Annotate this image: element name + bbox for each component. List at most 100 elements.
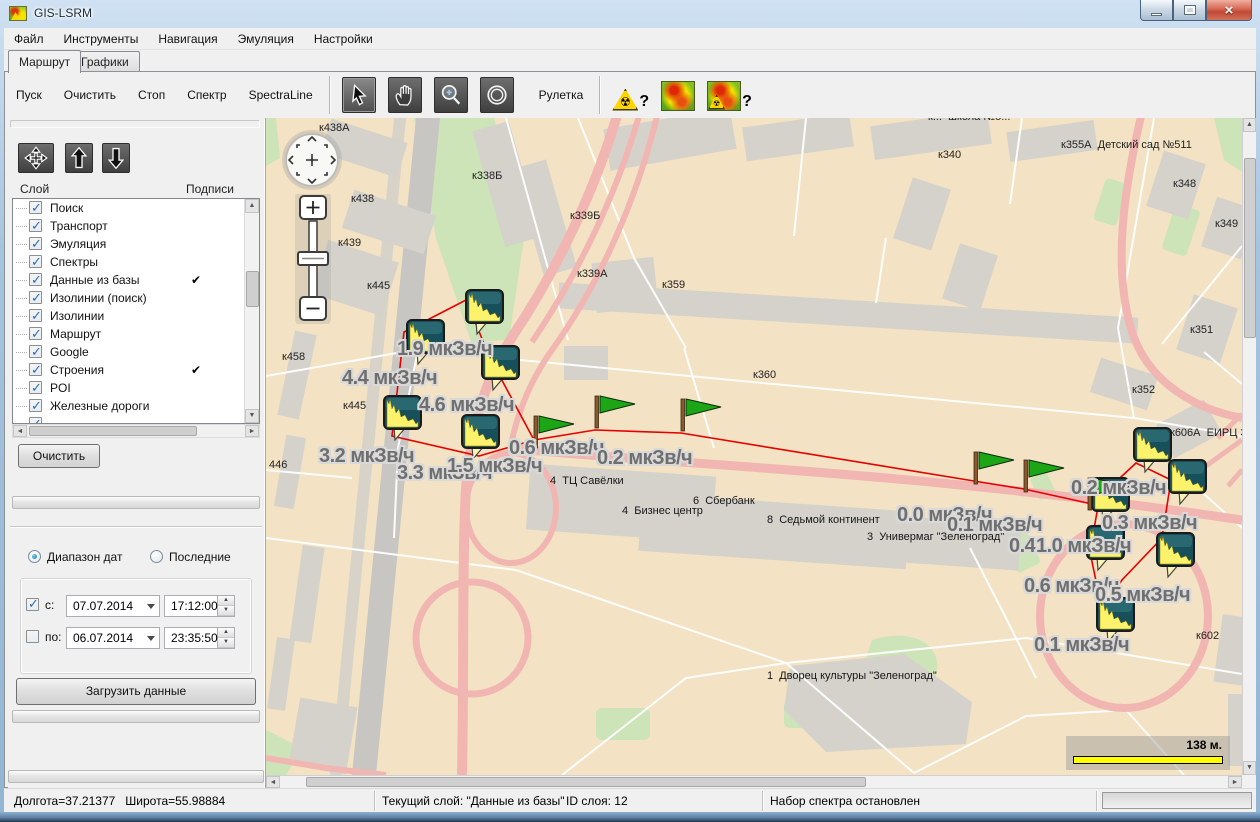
scrollbar-thumb[interactable]: [29, 426, 197, 436]
layer-checkbox[interactable]: ✓: [29, 273, 42, 286]
spin-up-icon[interactable]: ▲: [218, 628, 234, 638]
to-date-checkbox[interactable]: [26, 630, 39, 643]
spectrum-marker[interactable]: [1155, 531, 1197, 582]
from-time-field[interactable]: 17:12:00: [164, 595, 218, 617]
to-time-spinner[interactable]: ▲▼: [218, 627, 235, 649]
scroll-down-icon[interactable]: ▼: [245, 409, 259, 423]
spin-up-icon[interactable]: ▲: [218, 596, 234, 606]
spectrum-marker[interactable]: [382, 394, 424, 445]
last-records-radio[interactable]: [150, 550, 163, 563]
layer-checkbox[interactable]: ✓: [29, 363, 42, 376]
layer-checkbox[interactable]: ✓: [29, 201, 42, 214]
clear-button[interactable]: Очистить: [18, 444, 100, 468]
layer-checkbox[interactable]: ✓: [29, 255, 42, 268]
date-range-radio[interactable]: [28, 550, 41, 563]
toolbar-button-1[interactable]: Очистить: [53, 82, 127, 108]
pan-tool-button[interactable]: [388, 77, 422, 113]
layer-checkbox[interactable]: ✓: [29, 291, 42, 304]
heatmap-radiation-help-button[interactable]: ☢ ?: [707, 79, 752, 111]
layer-list-vscrollbar[interactable]: ▲ ▼: [244, 199, 259, 423]
toolbar-button-2[interactable]: Стоп: [127, 82, 176, 108]
waypoint-flag-icon[interactable]: [972, 450, 1020, 489]
column-header-layer[interactable]: Слой: [20, 182, 49, 196]
move-layer-button[interactable]: [18, 143, 54, 173]
menu-item-0[interactable]: Файл: [4, 29, 54, 49]
menu-item-3[interactable]: Эмуляция: [228, 29, 304, 49]
layer-row-10[interactable]: ✓POI: [13, 379, 259, 397]
scrollbar-thumb[interactable]: [1244, 158, 1256, 338]
layer-row-9[interactable]: ✓Строения✔: [13, 361, 259, 379]
restore-button[interactable]: [1173, 0, 1206, 21]
layer-row-3[interactable]: ✓Спектры: [13, 253, 259, 271]
scroll-up-icon[interactable]: ▲: [245, 199, 259, 213]
load-data-button[interactable]: Загрузить данные: [16, 678, 256, 705]
menu-item-4[interactable]: Настройки: [304, 29, 383, 49]
layer-checkbox[interactable]: ✓: [29, 417, 42, 424]
heatmap-button[interactable]: [661, 79, 695, 111]
select-tool-button[interactable]: [342, 77, 376, 113]
map-hscrollbar[interactable]: ◄ ►: [266, 775, 1242, 788]
menu-item-1[interactable]: Инструменты: [54, 29, 149, 49]
scroll-right-icon[interactable]: ►: [1228, 776, 1242, 788]
layer-row-4[interactable]: ✓Данные из базы✔: [13, 271, 259, 289]
ruler-button[interactable]: Рулетка: [528, 82, 595, 108]
menu-item-2[interactable]: Навигация: [148, 29, 227, 49]
scroll-down-icon[interactable]: ▼: [1243, 761, 1256, 775]
close-button[interactable]: ×: [1206, 0, 1252, 21]
tab-0[interactable]: Маршрут: [8, 50, 81, 73]
from-date-combo[interactable]: 07.07.2014: [66, 595, 160, 617]
map-pan-control[interactable]: [280, 128, 344, 192]
spectrum-marker[interactable]: [1167, 458, 1209, 509]
map-vscrollbar[interactable]: ▲ ▼: [1242, 118, 1256, 775]
scrollbar-thumb[interactable]: [246, 271, 259, 307]
layer-row-7[interactable]: ✓Маршрут: [13, 325, 259, 343]
zoom-tool-button[interactable]: [434, 77, 468, 113]
layer-down-button[interactable]: [102, 143, 130, 173]
spectrum-marker[interactable]: [464, 288, 506, 339]
last-records-radio-label[interactable]: Последние: [169, 550, 231, 564]
chevron-down-icon[interactable]: [147, 604, 155, 609]
panel-grip[interactable]: [10, 120, 260, 128]
layer-checkbox[interactable]: ✓: [29, 219, 42, 232]
layer-row-8[interactable]: ✓Google: [13, 343, 259, 361]
layer-checkbox[interactable]: ✓: [29, 399, 42, 412]
to-date-combo[interactable]: 06.07.2014: [66, 627, 160, 649]
radiation-help-button[interactable]: ☢ ?: [612, 79, 649, 111]
to-time-field[interactable]: 23:35:50: [164, 627, 218, 649]
layer-row-2[interactable]: ✓Эмуляция: [13, 235, 259, 253]
scrollbar-thumb[interactable]: [306, 777, 866, 787]
layer-row-0[interactable]: ✓Поиск: [13, 199, 259, 217]
spin-down-icon[interactable]: ▼: [218, 638, 234, 648]
minimize-button[interactable]: [1140, 0, 1173, 21]
layer-checkbox[interactable]: ✓: [29, 327, 42, 340]
layer-row-5[interactable]: ✓Изолинии (поиск): [13, 289, 259, 307]
toolbar-button-4[interactable]: SpectraLine: [238, 82, 324, 108]
layer-row-12[interactable]: ✓: [13, 415, 259, 424]
layer-checkbox[interactable]: ✓: [29, 309, 42, 322]
date-range-radio-label[interactable]: Диапазон дат: [47, 550, 122, 564]
scroll-up-icon[interactable]: ▲: [1243, 118, 1256, 132]
map-zoom-slider[interactable]: [293, 194, 333, 324]
spin-down-icon[interactable]: ▼: [218, 606, 234, 616]
from-time-spinner[interactable]: ▲▼: [218, 595, 235, 617]
map-canvas[interactable]: к438Ак438к439к445к458к445446к338Бк339Бк3…: [266, 118, 1242, 775]
layer-row-6[interactable]: ✓Изолинии: [13, 307, 259, 325]
layer-row-1[interactable]: ✓Транспорт: [13, 217, 259, 235]
layer-up-button[interactable]: [65, 143, 93, 173]
scroll-right-icon[interactable]: ►: [245, 425, 259, 437]
circle-select-tool-button[interactable]: [480, 77, 514, 113]
scroll-left-icon[interactable]: ◄: [266, 776, 280, 788]
toolbar-button-0[interactable]: Пуск: [5, 82, 53, 108]
title-bar[interactable]: GIS-LSRM ×: [0, 0, 1260, 28]
layer-checkbox[interactable]: ✓: [29, 345, 42, 358]
toolbar-button-3[interactable]: Спектр: [176, 82, 237, 108]
scroll-left-icon[interactable]: ◄: [13, 425, 27, 437]
waypoint-flag-icon[interactable]: [593, 394, 641, 433]
panel-splitter[interactable]: [8, 770, 264, 783]
chevron-down-icon[interactable]: [147, 636, 155, 641]
waypoint-flag-icon[interactable]: [1022, 458, 1070, 497]
column-header-labels[interactable]: Подписи: [186, 182, 234, 196]
layer-checkbox[interactable]: ✓: [29, 237, 42, 250]
layer-list-hscrollbar[interactable]: ◄ ►: [12, 424, 260, 438]
layer-checkbox[interactable]: ✓: [29, 381, 42, 394]
